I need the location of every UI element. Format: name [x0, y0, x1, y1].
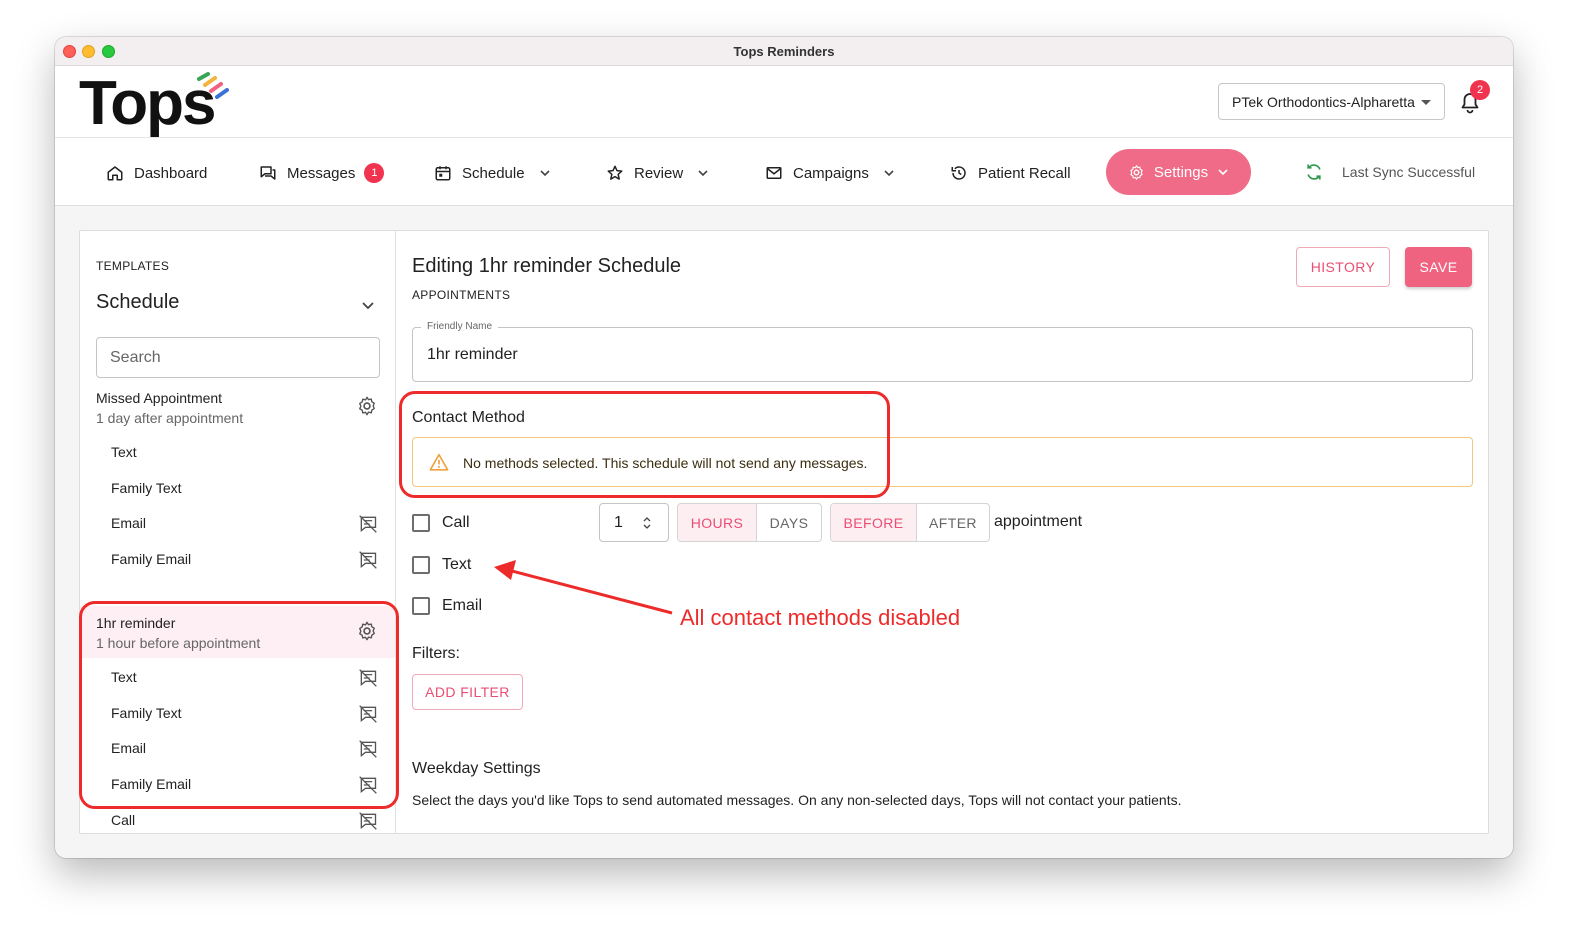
add-filter-button[interactable]: ADD FILTER — [412, 674, 523, 710]
email-checkbox[interactable] — [412, 597, 430, 615]
search-input[interactable] — [96, 337, 380, 378]
logo-mark-icon — [197, 72, 229, 99]
nav-dashboard-label: Dashboard — [134, 164, 208, 182]
calendar-icon — [435, 166, 451, 181]
gear-icon — [1130, 164, 1143, 180]
practice-select[interactable]: PTek Orthodontics-Alpharetta — [1218, 83, 1445, 120]
template-channel-item[interactable]: Family Email — [80, 541, 395, 577]
method-label: Call — [442, 514, 470, 531]
template-channel-label: Call — [111, 812, 136, 828]
history-icon — [951, 166, 966, 180]
template-channel-label: Text — [111, 444, 137, 460]
template-channel-label: Email — [111, 515, 147, 531]
nav-settings-label: Settings — [1153, 163, 1209, 181]
nav-campaigns[interactable]: Campaigns — [765, 162, 905, 184]
logo-text: Tops — [79, 69, 216, 138]
relation-toggle: BEFORE AFTER — [830, 503, 990, 542]
tops-logo[interactable]: Tops — [79, 72, 239, 136]
mail-icon — [766, 167, 782, 179]
stepper-icon[interactable] — [642, 515, 652, 531]
timing-amount-input[interactable]: 1 — [599, 503, 669, 542]
main-nav: Dashboard Messages 1 Schedule Review Cam… — [55, 138, 1513, 206]
nav-messages[interactable]: Messages 1 — [259, 162, 385, 184]
nav-schedule-label: Schedule — [462, 164, 525, 182]
sync-status[interactable]: Last Sync Successful — [1304, 162, 1475, 182]
sync-icon — [1307, 164, 1321, 180]
hours-option[interactable]: HOURS — [678, 504, 757, 541]
notification-badge: 2 — [1470, 80, 1490, 100]
template-type-value: Schedule — [96, 291, 180, 313]
page-subtitle: APPOINTMENTS — [412, 288, 511, 302]
history-button[interactable]: HISTORY — [1296, 247, 1390, 287]
method-text[interactable]: Text — [412, 553, 471, 577]
star-icon — [607, 165, 623, 180]
friendly-name-label: Friendly Name — [421, 321, 499, 332]
weekday-settings-title: Weekday Settings — [412, 760, 541, 777]
nav-dashboard[interactable]: Dashboard — [106, 162, 207, 184]
practice-select-value: PTek Orthodontics-Alpharetta — [1232, 94, 1415, 110]
gear-icon[interactable] — [356, 395, 378, 417]
appointment-suffix: appointment — [994, 513, 1083, 530]
call-checkbox[interactable] — [412, 514, 430, 532]
nav-patient-recall[interactable]: Patient Recall — [950, 162, 1071, 184]
sidebar-highlight — [79, 601, 399, 809]
contact-method-highlight — [399, 391, 890, 498]
template-channel-item[interactable]: Email — [80, 505, 395, 541]
message-disabled-icon — [359, 551, 377, 569]
annotation-text: All contact methods disabled — [680, 605, 961, 630]
nav-settings[interactable]: Settings — [1106, 149, 1251, 195]
nav-messages-label: Messages — [287, 164, 356, 182]
method-call[interactable]: Call — [412, 511, 470, 535]
chevron-down-icon — [362, 302, 374, 310]
save-button[interactable]: SAVE — [1405, 247, 1472, 287]
chevron-down-icon — [698, 170, 708, 177]
friendly-name-value: 1hr reminder — [427, 346, 518, 363]
chevron-down-icon — [1218, 169, 1228, 176]
template-group-missed-appointment[interactable]: Missed Appointment 1 day after appointme… — [80, 381, 395, 433]
template-channel-item[interactable]: Text — [80, 434, 395, 470]
text-checkbox[interactable] — [412, 556, 430, 574]
message-disabled-icon — [359, 812, 377, 830]
nav-patient-recall-label: Patient Recall — [978, 164, 1071, 182]
nav-review[interactable]: Review — [606, 162, 719, 184]
after-option[interactable]: AFTER — [917, 504, 989, 541]
title-bar: Tops Reminders — [55, 37, 1513, 66]
before-option[interactable]: BEFORE — [831, 504, 917, 541]
template-group-subtitle: 1 day after appointment — [96, 410, 244, 426]
chat-icon — [260, 166, 276, 180]
template-channel-item[interactable]: Family Text — [80, 470, 395, 506]
messages-badge: 1 — [364, 163, 385, 183]
nav-review-label: Review — [634, 164, 684, 182]
chevron-down-icon — [884, 170, 894, 177]
chevron-down-icon — [539, 170, 550, 177]
template-channel-label: Family Email — [111, 551, 192, 567]
window-title: Tops Reminders — [733, 44, 835, 59]
weekday-settings-description: Select the days you'd like Tops to send … — [412, 792, 1182, 808]
template-type-select[interactable]: Schedule — [96, 291, 380, 319]
filters-label: Filters: — [412, 645, 460, 662]
days-option[interactable]: DAYS — [757, 504, 821, 541]
message-disabled-icon — [359, 515, 377, 533]
template-group-title: Missed Appointment — [96, 390, 223, 406]
friendly-name-field[interactable]: Friendly Name 1hr reminder — [412, 321, 1473, 382]
method-email[interactable]: Email — [412, 594, 482, 618]
home-icon — [107, 166, 123, 181]
page-title: Editing 1hr reminder Schedule — [412, 255, 682, 277]
method-label: Email — [442, 597, 483, 614]
sync-status-label: Last Sync Successful — [1342, 164, 1476, 180]
method-label: Text — [442, 556, 472, 573]
time-unit-toggle: HOURS DAYS — [677, 503, 822, 542]
caret-down-icon — [1421, 100, 1431, 105]
templates-label: TEMPLATES — [96, 259, 170, 273]
schedule-editor: Editing 1hr reminder Schedule APPOINTMEN… — [412, 231, 1488, 833]
app-header: Tops PTek Orthodontics-Alpharetta 2 — [55, 66, 1513, 138]
timing-amount-value: 1 — [614, 514, 623, 531]
nav-campaigns-label: Campaigns — [793, 164, 869, 182]
nav-schedule[interactable]: Schedule — [434, 162, 561, 184]
template-channel-label: Family Text — [111, 480, 182, 496]
